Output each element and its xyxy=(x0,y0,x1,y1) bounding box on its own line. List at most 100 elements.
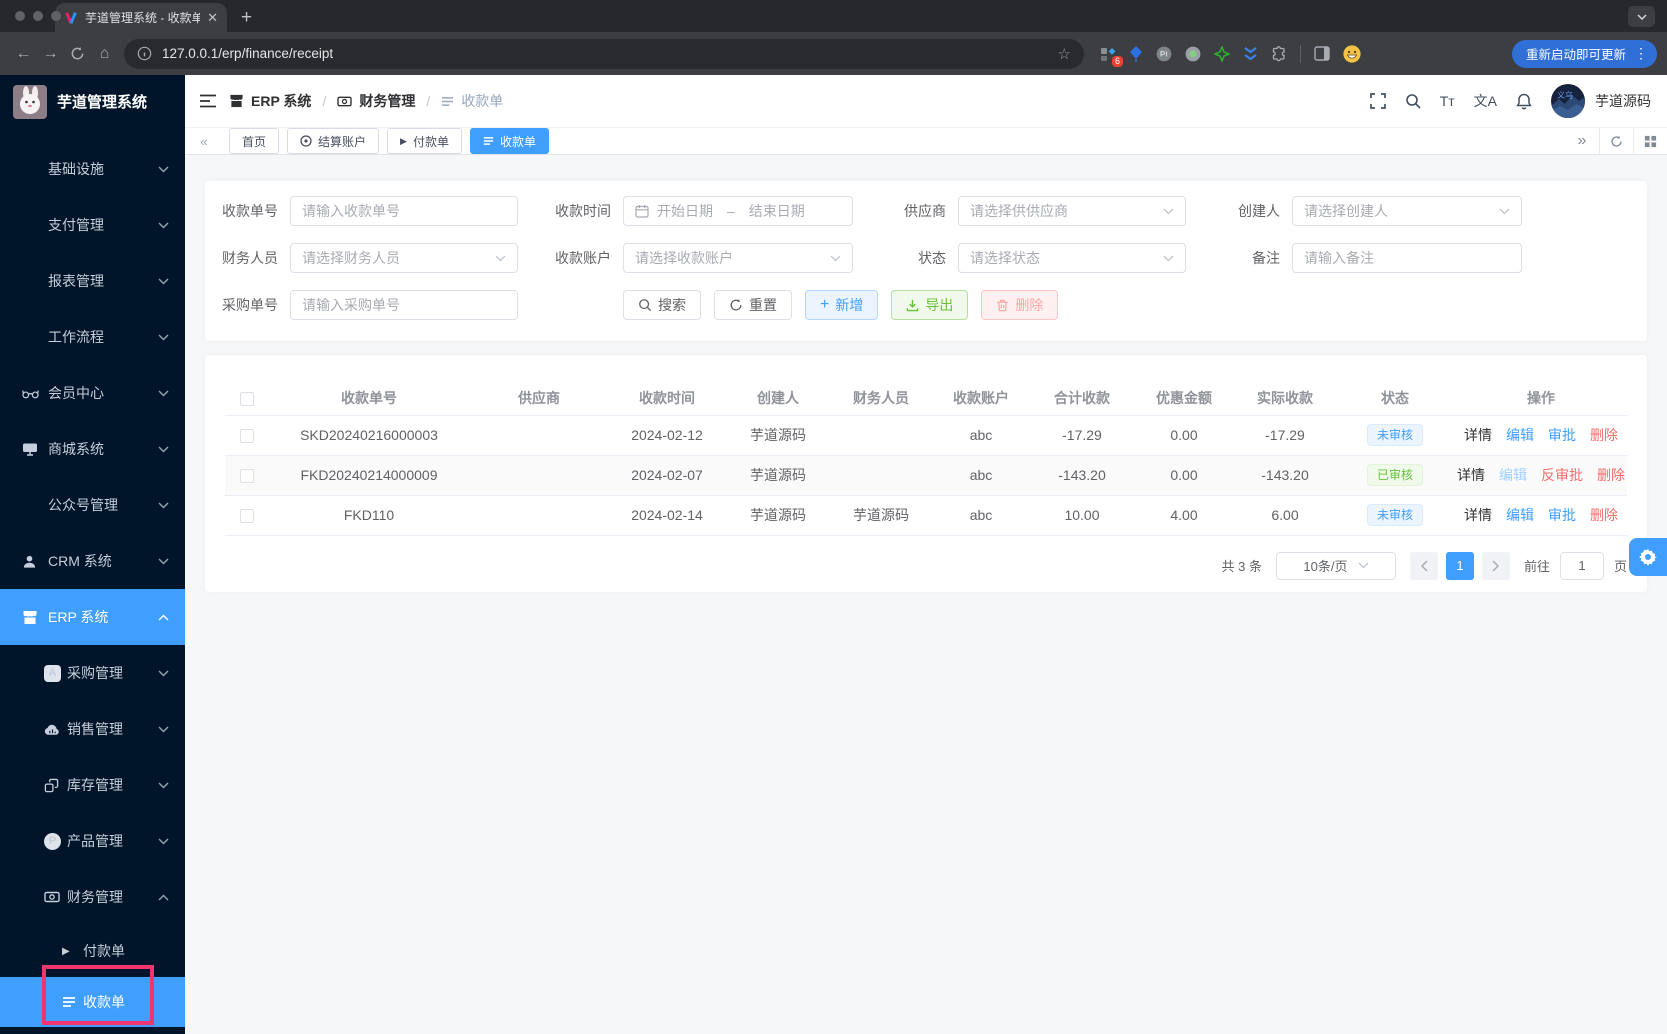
settings-fab[interactable] xyxy=(1629,538,1667,576)
sidebar-item-purchase-mgmt[interactable]: A 采购管理 xyxy=(0,645,185,701)
tab-payment-order[interactable]: ▶ 付款单 xyxy=(387,128,462,154)
sidebar-item-official-account[interactable]: 公众号管理 xyxy=(0,477,185,533)
detail-link[interactable]: 详情 xyxy=(1457,465,1485,485)
remark-input[interactable]: 请输入备注 xyxy=(1292,243,1522,273)
chevron-down-icon xyxy=(1163,208,1174,215)
sidebar-item-crm-system[interactable]: CRM 系统 xyxy=(0,533,185,589)
receipt-no-input[interactable]: 请输入收款单号 xyxy=(290,196,518,226)
extension-green-star-icon[interactable] xyxy=(1214,45,1230,62)
current-page-button[interactable]: 1 xyxy=(1445,551,1474,580)
unapprove-link[interactable]: 反审批 xyxy=(1541,465,1583,485)
sidebar-item-receipt-order[interactable]: 收款单 xyxy=(0,977,185,1027)
tab-settlement-account[interactable]: 结算账户 xyxy=(287,128,380,154)
side-panel-icon[interactable] xyxy=(1314,46,1330,61)
new-tab-button[interactable]: + xyxy=(241,8,252,27)
goto-page-input[interactable]: 1 xyxy=(1559,551,1604,580)
detail-link[interactable]: 详情 xyxy=(1464,505,1492,525)
user-avatar[interactable]: 义乌 xyxy=(1551,84,1585,118)
extensions-puzzle-icon[interactable] xyxy=(1271,45,1287,62)
back-icon[interactable]: ← xyxy=(10,45,37,63)
status-select[interactable]: 请选择状态 xyxy=(958,243,1186,273)
menu-fold-icon[interactable] xyxy=(199,94,217,108)
sidebar-item-erp-system[interactable]: ERP 系统 xyxy=(0,589,185,645)
row-checkbox[interactable] xyxy=(240,429,254,444)
row-checkbox[interactable] xyxy=(240,509,254,524)
reload-icon[interactable] xyxy=(64,46,91,61)
delete-link[interactable]: 删除 xyxy=(1590,425,1618,445)
tabs-scroll-left-icon[interactable]: « xyxy=(193,134,215,149)
sidebar-item-workflow[interactable]: 工作流程 xyxy=(0,309,185,365)
sidebar-item-sales-mgmt[interactable]: 销售管理 xyxy=(0,701,185,757)
receipt-time-range-picker[interactable]: 开始日期 – 结束日期 xyxy=(623,196,853,226)
profile-avatar-icon[interactable] xyxy=(1343,44,1361,63)
receipt-account-select[interactable]: 请选择收款账户 xyxy=(623,243,853,273)
url-bar[interactable]: 127.0.0.1/erp/finance/receipt ☆ xyxy=(124,38,1084,69)
menu-label: 销售管理 xyxy=(67,721,123,737)
language-icon[interactable]: 文A xyxy=(1474,91,1497,111)
sidebar-item-reports[interactable]: 报表管理 xyxy=(0,253,185,309)
next-page-button[interactable] xyxy=(1481,551,1510,580)
search-icon[interactable] xyxy=(1405,93,1421,109)
sidebar-item-finance-mgmt[interactable]: 财务管理 xyxy=(0,869,185,925)
browser-tab[interactable]: 芋道管理系统 - 收款单 ✕ xyxy=(55,3,227,32)
sidebar-item-product-mgmt[interactable]: P 产品管理 xyxy=(0,813,185,869)
edit-link[interactable]: 编辑 xyxy=(1506,505,1534,525)
creator-select[interactable]: 请选择创建人 xyxy=(1292,196,1522,226)
select-all-checkbox[interactable] xyxy=(240,391,254,406)
extension-kite-icon[interactable] xyxy=(1129,45,1143,62)
purchase-no-input[interactable]: 请输入采购单号 xyxy=(290,290,518,320)
bell-icon[interactable] xyxy=(1516,93,1532,110)
approve-link[interactable]: 审批 xyxy=(1548,505,1576,525)
sidebar-item-inventory-mgmt[interactable]: 库存管理 xyxy=(0,757,185,813)
bookmark-star-icon[interactable]: ☆ xyxy=(1058,45,1071,63)
export-button[interactable]: 导出 xyxy=(891,290,969,320)
font-size-icon[interactable]: Tт xyxy=(1440,93,1455,109)
extension-gray-circle-icon[interactable] xyxy=(1156,46,1172,62)
home-icon[interactable]: ⌂ xyxy=(91,45,118,63)
tabs-scroll-right-icon[interactable]: » xyxy=(1565,128,1599,154)
add-button[interactable]: + 新增 xyxy=(805,290,879,320)
refresh-page-icon[interactable] xyxy=(1599,128,1633,154)
supplier-select[interactable]: 请选择供供应商 xyxy=(958,196,1186,226)
sidebar-logo[interactable]: 芋道管理系统 xyxy=(0,75,185,128)
finance-staff-select[interactable]: 请选择财务人员 xyxy=(290,243,518,273)
page-size-select[interactable]: 10条/页 xyxy=(1275,551,1396,580)
window-minimize-button[interactable] xyxy=(33,11,43,21)
tabstrip-menu-button[interactable] xyxy=(1628,6,1655,27)
approve-link[interactable]: 审批 xyxy=(1548,425,1576,445)
browser-menu-kebab-icon[interactable]: ⋮ xyxy=(1634,45,1648,62)
detail-link[interactable]: 详情 xyxy=(1464,425,1492,445)
tab-receipt-order[interactable]: 收款单 xyxy=(469,128,549,154)
extension-blocks-icon[interactable]: 6 xyxy=(1100,46,1123,67)
search-button[interactable]: 搜索 xyxy=(623,290,701,320)
window-close-button[interactable] xyxy=(15,11,25,21)
sidebar-item-infrastructure[interactable]: 基础设施 xyxy=(0,141,185,197)
delete-button[interactable]: 删除 xyxy=(981,290,1059,320)
sidebar-item-payment-order[interactable]: ▶ 付款单 xyxy=(0,925,185,977)
row-checkbox[interactable] xyxy=(240,469,254,484)
extension-green-dot-icon[interactable] xyxy=(1185,46,1201,62)
forward-icon[interactable]: → xyxy=(37,45,64,63)
prev-page-button[interactable] xyxy=(1409,551,1438,580)
username[interactable]: 芋道源码 xyxy=(1595,91,1651,111)
edit-link-disabled[interactable]: 编辑 xyxy=(1499,465,1527,485)
sidebar-item-mall-system[interactable]: 商城系统 xyxy=(0,421,185,477)
delete-link[interactable]: 删除 xyxy=(1590,505,1618,525)
tab-home[interactable]: 首页 xyxy=(229,128,280,154)
reset-button[interactable]: 重置 xyxy=(714,290,792,320)
tab-label: 收款单 xyxy=(499,134,536,149)
edit-link[interactable]: 编辑 xyxy=(1506,425,1534,445)
breadcrumb-erp[interactable]: ERP 系统 xyxy=(251,91,311,111)
layout-grid-icon[interactable] xyxy=(1633,128,1667,154)
col-supplier: 供应商 xyxy=(469,381,609,416)
extension-double-chevron-icon[interactable] xyxy=(1243,46,1258,62)
tab-close-icon[interactable]: ✕ xyxy=(207,11,218,24)
breadcrumb-finance[interactable]: 财务管理 xyxy=(359,91,415,111)
delete-link[interactable]: 删除 xyxy=(1597,465,1625,485)
site-info-icon[interactable] xyxy=(137,46,152,61)
chrome-update-button[interactable]: 重新启动即可更新 ⋮ xyxy=(1511,39,1657,68)
sidebar-item-payment[interactable]: 支付管理 xyxy=(0,197,185,253)
fullscreen-icon[interactable] xyxy=(1369,93,1386,109)
window-maximize-button[interactable] xyxy=(51,11,61,21)
sidebar-item-member-center[interactable]: 会员中心 xyxy=(0,365,185,421)
